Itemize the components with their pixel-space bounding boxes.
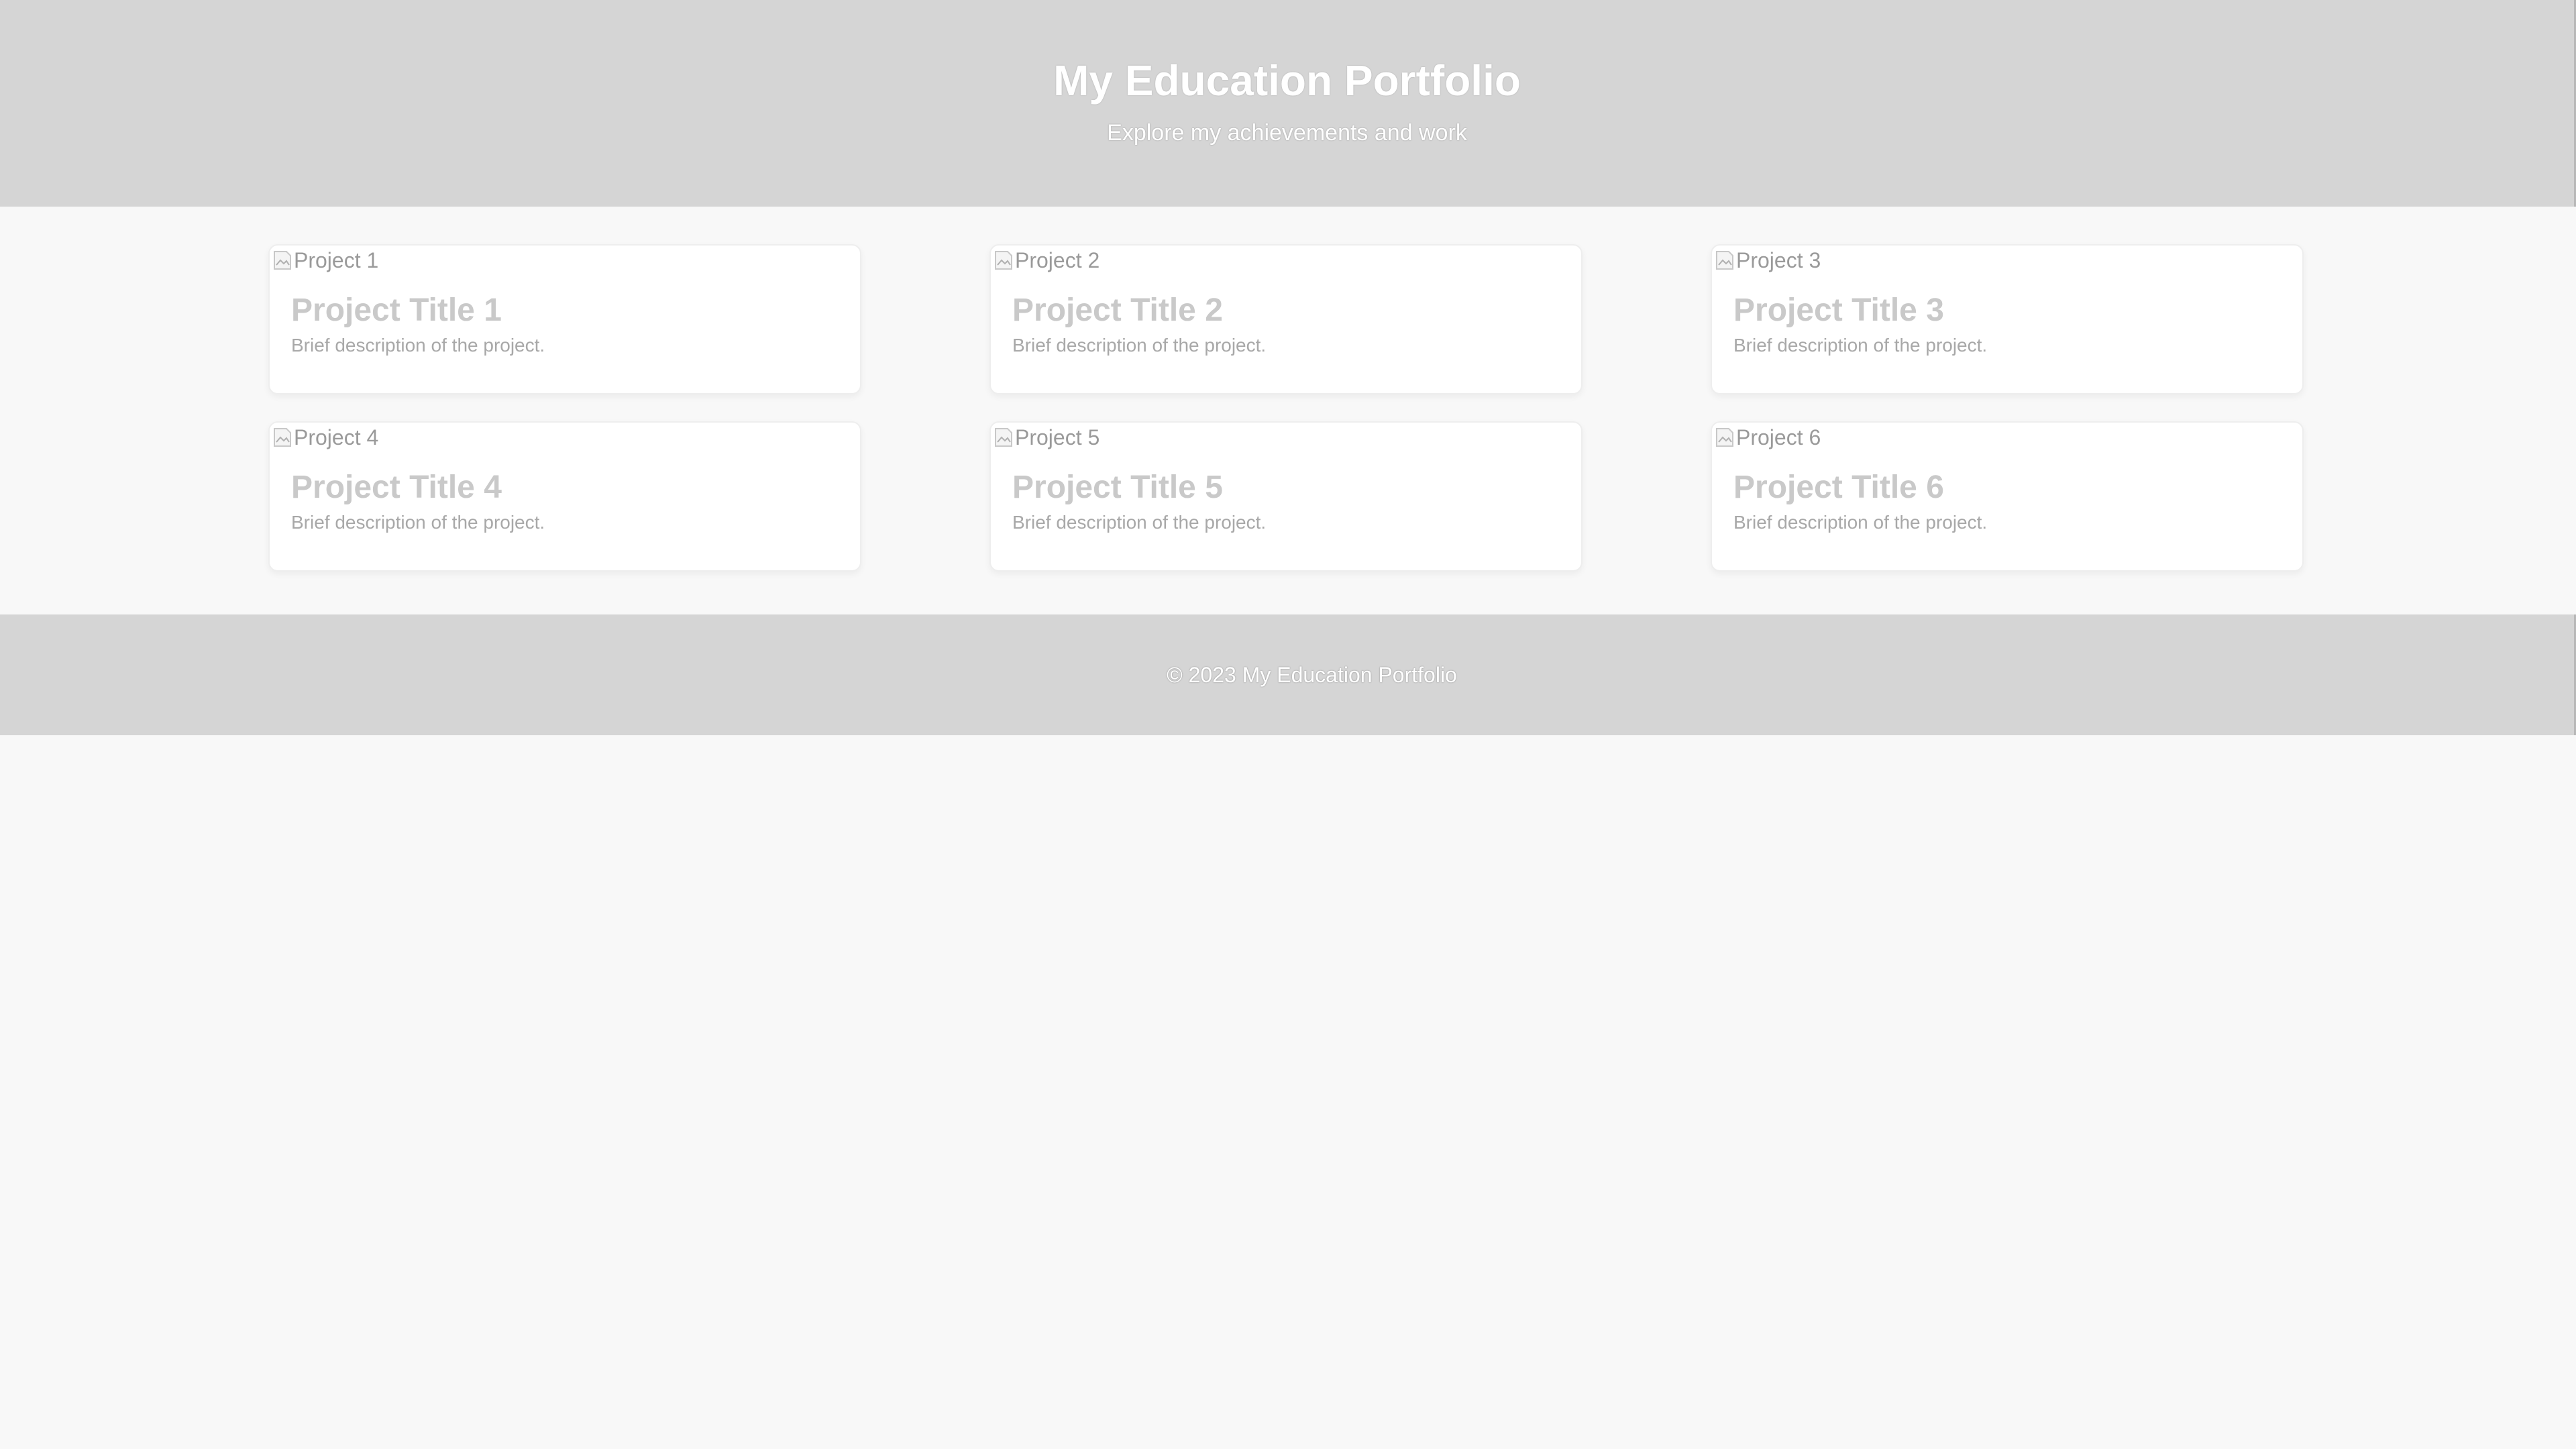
- project-image-alt: Project 1: [294, 248, 379, 272]
- project-title: Project Title 2: [1012, 292, 1223, 328]
- broken-image-icon: [272, 249, 292, 272]
- project-image: Project 6: [1715, 423, 1821, 452]
- project-card[interactable]: Project 6 Project Title 6 Brief descript…: [1711, 421, 2304, 572]
- project-title: Project Title 6: [1733, 470, 1944, 505]
- project-title: Project Title 4: [291, 470, 502, 505]
- project-card[interactable]: Project 2 Project Title 2 Brief descript…: [989, 244, 1582, 394]
- project-image-alt: Project 6: [1736, 425, 1821, 449]
- project-description: Brief description of the project.: [1733, 335, 1988, 356]
- project-description: Brief description of the project.: [291, 512, 545, 533]
- project-card[interactable]: Project 1 Project Title 1 Brief descript…: [268, 244, 861, 394]
- broken-image-icon: [994, 249, 1014, 272]
- project-image-alt: Project 2: [1015, 248, 1100, 272]
- project-image: Project 5: [994, 423, 1099, 452]
- page-footer: © 2023 My Education Portfolio: [0, 614, 2576, 735]
- project-image: Project 2: [994, 246, 1099, 275]
- project-title: Project Title 5: [1012, 470, 1223, 505]
- project-title: Project Title 3: [1733, 292, 1944, 328]
- project-description: Brief description of the project.: [1012, 512, 1267, 533]
- copyright-text: © 2023 My Education Portfolio: [1167, 662, 1457, 687]
- project-image-alt: Project 4: [294, 425, 379, 449]
- page-title: My Education Portfolio: [1053, 56, 1521, 105]
- project-grid: Project 1 Project Title 1 Brief descript…: [0, 207, 2576, 614]
- page-header: My Education Portfolio Explore my achiev…: [0, 0, 2576, 207]
- broken-image-icon: [1715, 426, 1735, 449]
- project-description: Brief description of the project.: [1733, 512, 1988, 533]
- page-subtitle: Explore my achievements and work: [1107, 120, 1467, 146]
- project-card[interactable]: Project 4 Project Title 4 Brief descript…: [268, 421, 861, 572]
- broken-image-icon: [1715, 249, 1735, 272]
- project-image-alt: Project 5: [1015, 425, 1100, 449]
- project-image: Project 4: [272, 423, 378, 452]
- project-card[interactable]: Project 5 Project Title 5 Brief descript…: [989, 421, 1582, 572]
- project-title: Project Title 1: [291, 292, 502, 328]
- project-card[interactable]: Project 3 Project Title 3 Brief descript…: [1711, 244, 2304, 394]
- broken-image-icon: [272, 426, 292, 449]
- project-image: Project 3: [1715, 246, 1821, 275]
- project-description: Brief description of the project.: [1012, 335, 1267, 356]
- project-description: Brief description of the project.: [291, 335, 545, 356]
- broken-image-icon: [994, 426, 1014, 449]
- project-image-alt: Project 3: [1736, 248, 1821, 272]
- project-image: Project 1: [272, 246, 378, 275]
